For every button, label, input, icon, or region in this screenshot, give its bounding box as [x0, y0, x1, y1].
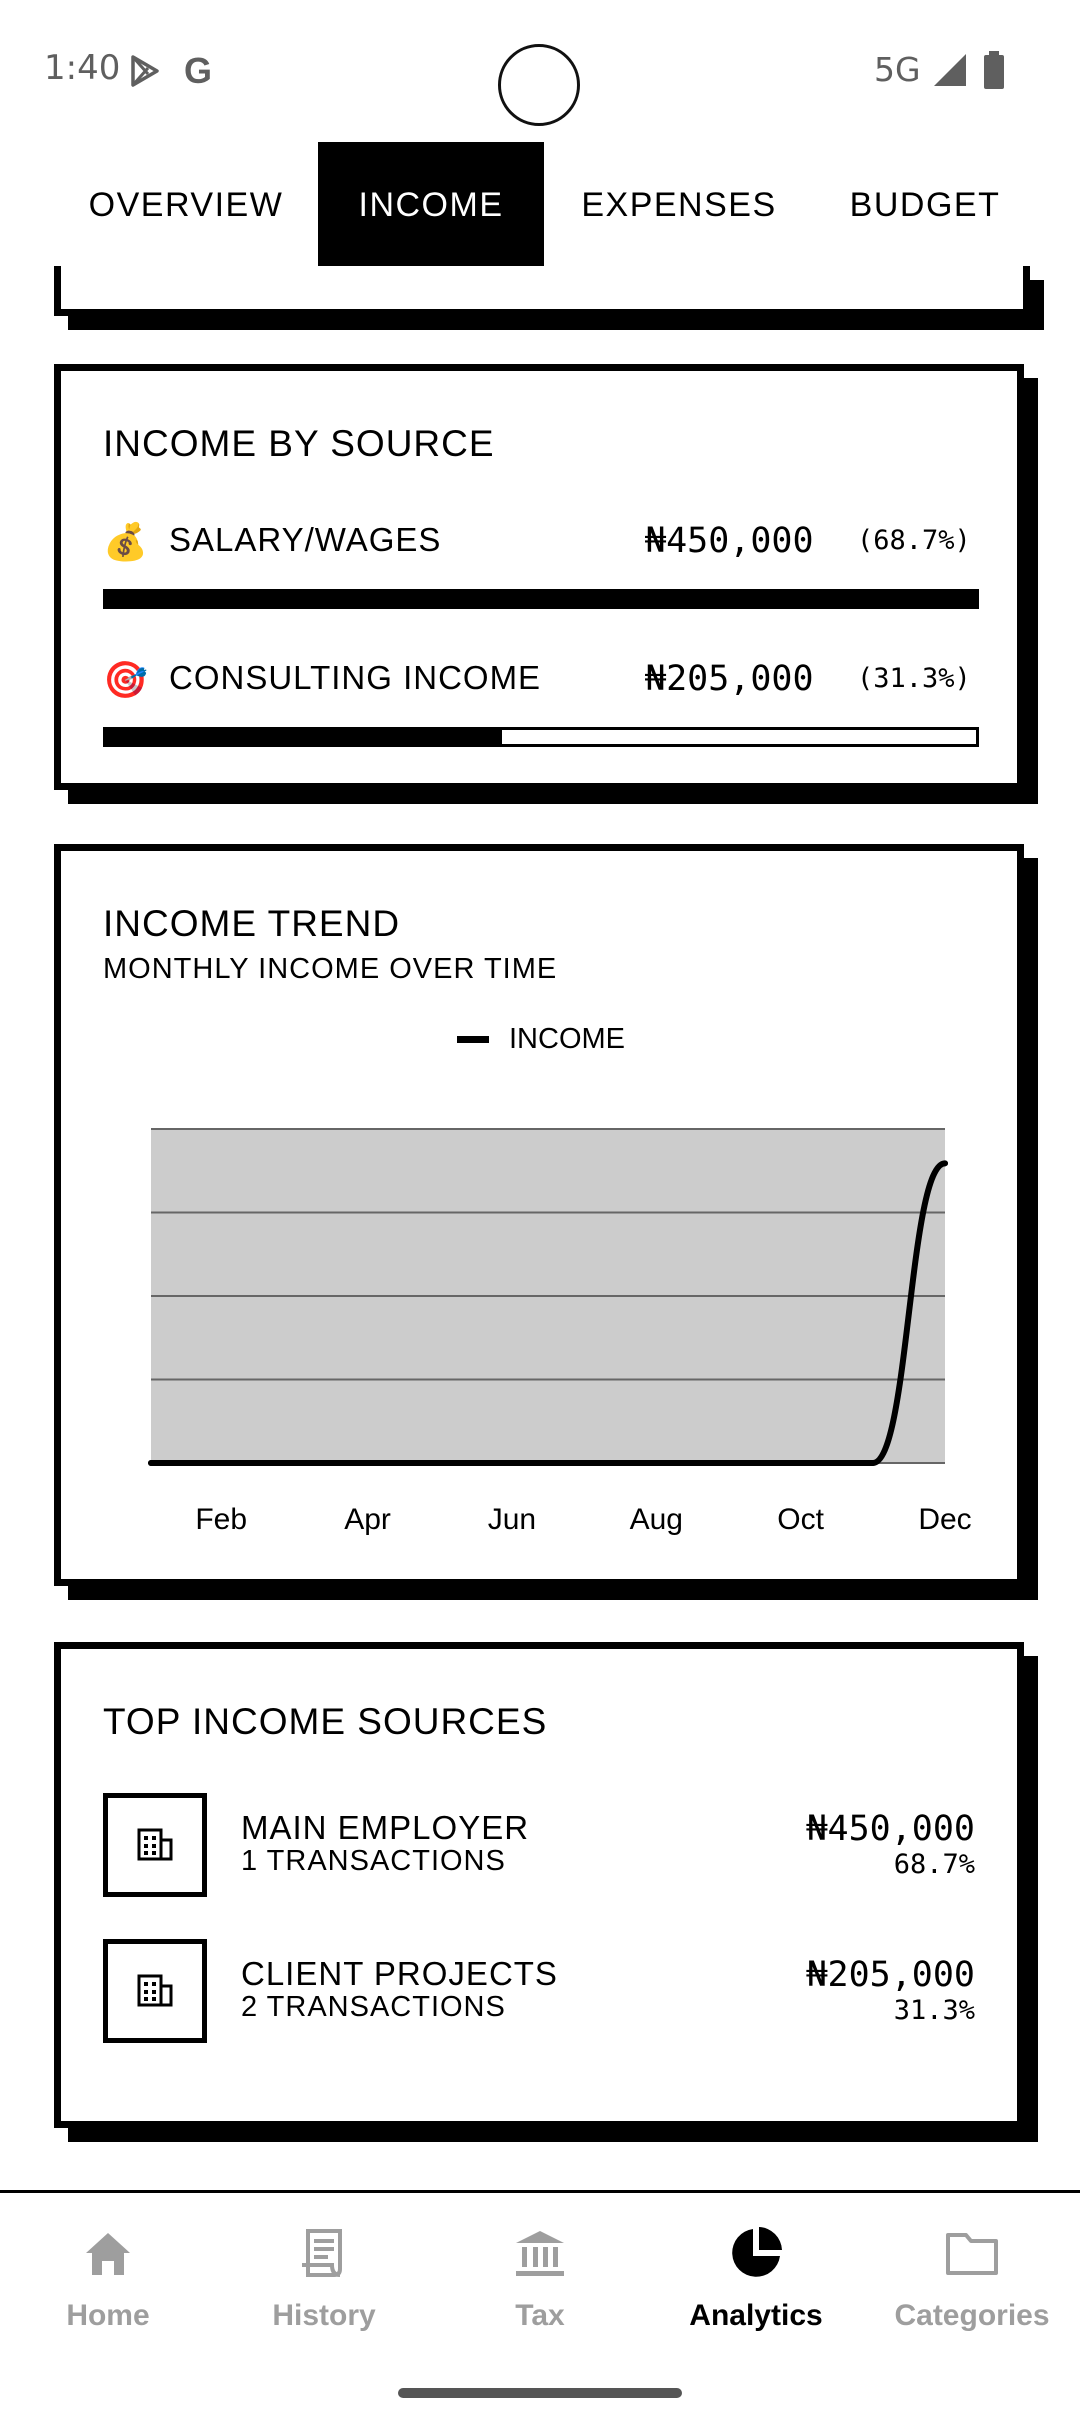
income-data-point: [725, 1460, 732, 1466]
signal-icon: [932, 52, 968, 92]
income-data-point: [148, 1460, 154, 1466]
tab-budget[interactable]: BUDGET: [830, 142, 1020, 268]
income-by-source-card: INCOME BY SOURCE 💰 SALARY/WAGES ₦450,000…: [54, 364, 1024, 790]
source-label-consulting: CONSULTING INCOME: [169, 659, 542, 696]
income-data-point: [508, 1460, 515, 1466]
source-amount-consulting: ₦205,000: [645, 659, 814, 699]
x-tick-label: Dec: [918, 1503, 971, 1536]
salary-progress-fill: [106, 592, 976, 606]
consulting-progress-bar: [103, 727, 979, 747]
x-tick-label: Jun: [488, 1503, 536, 1536]
nav-categories[interactable]: Categories: [864, 2225, 1080, 2333]
source-row-icon-box: [103, 1793, 207, 1897]
x-tick-label: Feb: [195, 1503, 247, 1536]
building-icon: [136, 1970, 174, 2012]
income-data-point: [220, 1460, 227, 1466]
nav-tax[interactable]: Tax: [432, 2225, 648, 2333]
source-transactions: 2 TRANSACTIONS: [241, 1991, 506, 2023]
tab-overview[interactable]: OVERVIEW: [68, 142, 304, 268]
nav-categories-label: Categories: [894, 2299, 1050, 2332]
consulting-progress-fill: [106, 730, 502, 744]
source-transactions: 1 TRANSACTIONS: [241, 1845, 506, 1877]
x-tick-label: Oct: [777, 1503, 824, 1536]
income-trend-chart: Feb Apr Jun Aug Oct Dec: [148, 1128, 972, 1536]
nav-history-label: History: [272, 2299, 376, 2332]
source-percent: 68.7%: [893, 1849, 975, 1880]
bank-icon: [432, 2225, 648, 2285]
receipt-icon: [216, 2225, 432, 2285]
network-label: 5G: [874, 50, 921, 89]
income-data-point: [581, 1460, 588, 1466]
nav-history[interactable]: History: [216, 2225, 432, 2333]
home-icon: [0, 2225, 216, 2285]
income-data-point: [292, 1460, 299, 1466]
tab-income[interactable]: INCOME: [318, 142, 544, 268]
bottom-nav-divider: [0, 2190, 1080, 2193]
target-icon: 🎯: [103, 660, 148, 701]
income-data-point: [797, 1460, 804, 1466]
source-percent: 31.3%: [893, 1995, 975, 2026]
nav-home-label: Home: [66, 2299, 150, 2332]
income-trend-card: INCOME TREND MONTHLY INCOME OVER TIME IN…: [54, 844, 1024, 1586]
source-amount: ₦450,000: [806, 1809, 975, 1849]
source-row-icon-box: [103, 1939, 207, 2043]
top-income-sources-title: TOP INCOME SOURCES: [103, 1701, 548, 1742]
source-name: CLIENT PROJECTS: [241, 1955, 558, 1992]
folder-icon: [864, 2225, 1080, 2285]
source-name: MAIN EMPLOYER: [241, 1809, 530, 1846]
income-data-point: [653, 1460, 660, 1466]
income-data-point: [364, 1460, 371, 1466]
nav-home[interactable]: Home: [0, 2225, 216, 2333]
salary-progress-bar: [103, 589, 979, 609]
home-indicator[interactable]: [398, 2388, 682, 2398]
source-label-salary: SALARY/WAGES: [169, 521, 442, 558]
income-data-point: [436, 1460, 443, 1466]
income-by-source-title: INCOME BY SOURCE: [103, 423, 495, 464]
tab-expenses[interactable]: EXPENSES: [566, 142, 792, 268]
battery-icon: [982, 50, 1006, 94]
top-income-sources-card: TOP INCOME SOURCES MAIN EMPLOYER 1 TRANS…: [54, 1642, 1024, 2128]
pie-chart-icon: [648, 2225, 864, 2285]
google-icon: G: [184, 50, 213, 91]
building-icon: [136, 1824, 174, 1866]
source-amount: ₦205,000: [806, 1955, 975, 1995]
nav-analytics-label: Analytics: [689, 2299, 823, 2332]
x-tick-label: Apr: [344, 1503, 391, 1536]
source-percent-consulting: (31.3%): [857, 663, 971, 694]
source-amount-salary: ₦450,000: [645, 521, 814, 561]
nav-tax-label: Tax: [515, 2299, 565, 2332]
status-time: 1:40: [44, 48, 121, 88]
camera-cutout: [498, 44, 580, 126]
x-tick-label: Aug: [630, 1503, 683, 1536]
play-store-icon: [128, 54, 162, 92]
nav-analytics[interactable]: Analytics: [648, 2225, 864, 2333]
source-percent-salary: (68.7%): [857, 525, 971, 556]
previous-card-bottom: [54, 266, 1030, 316]
income-data-point: [869, 1460, 876, 1466]
money-bag-icon: 💰: [103, 522, 148, 563]
income-data-point: [942, 1160, 948, 1167]
